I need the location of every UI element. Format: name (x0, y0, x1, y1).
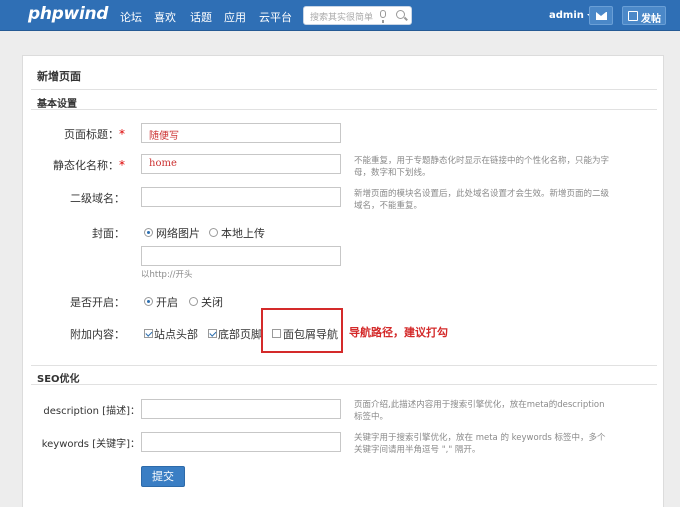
search-input[interactable]: 搜索其实很简单 (303, 6, 412, 25)
annotation-note: 导航路径，建议打勾 (349, 326, 448, 339)
enabled-radio-off[interactable] (189, 297, 198, 306)
divider (31, 365, 657, 366)
static-name-value: home (149, 158, 177, 169)
cover-url-input[interactable] (141, 246, 341, 266)
nav-item-forum[interactable]: 论坛 (120, 9, 142, 25)
nav-item-likes[interactable]: 喜欢 (154, 9, 176, 25)
subdomain-label: 二级域名： (70, 192, 125, 205)
page-title: 新增页面 (37, 70, 81, 83)
post-button[interactable]: 发帖 (622, 6, 666, 25)
page-title-label: 页面标题：* (64, 127, 125, 141)
submit-button[interactable]: 提交 (141, 466, 185, 487)
description-hint: 页面介绍,此描述内容用于搜索引擎优化，放在meta的description标签中… (354, 400, 605, 422)
page-title-input[interactable]: 随便写 (141, 123, 341, 143)
cover-label: 封面： (92, 227, 125, 240)
subdomain-hint: 新增页面的模块名设置后，此处域名设置才会生效。新增页面的二级域名，不能重复。 (354, 189, 610, 211)
subdomain-input[interactable] (141, 187, 341, 207)
cover-url-hint: 以http://开头 (141, 270, 193, 280)
keywords-hint: 关键字用于搜索引擎优化，放在 meta 的 keywords 标签中，多个关键字… (354, 433, 606, 455)
search-placeholder: 搜索其实很简单 (310, 13, 374, 23)
edit-icon (628, 11, 638, 21)
keywords-input[interactable] (141, 432, 341, 452)
cover-radio-local[interactable] (209, 228, 218, 237)
checkbox-site-header[interactable] (144, 329, 153, 338)
cover-option-web: 网络图片 (156, 227, 200, 240)
option-site-header: 站点头部 (154, 328, 198, 341)
option-footer: 底部页脚 (218, 328, 262, 341)
logo[interactable]: phpwind (28, 4, 108, 24)
enabled-radio-on[interactable] (144, 297, 153, 306)
search-icon[interactable] (396, 10, 405, 19)
microphone-icon[interactable] (380, 10, 386, 23)
cover-option-local: 本地上传 (221, 227, 265, 240)
enabled-option-off: 关闭 (201, 296, 223, 309)
username: admin (549, 10, 584, 21)
messages-button[interactable] (589, 6, 613, 25)
nav-item-cloud[interactable]: 云平台 (259, 9, 292, 25)
section-title-basic: 基本设置 (37, 99, 77, 110)
required-mark: * (119, 127, 125, 141)
nav-item-topics[interactable]: 话题 (190, 9, 212, 25)
nav-item-apps[interactable]: 应用 (224, 9, 246, 25)
extra-label: 附加内容： (70, 328, 125, 341)
divider (31, 384, 657, 385)
static-name-label: 静态化名称：* (53, 158, 125, 172)
annotation-highlight-box (261, 308, 343, 353)
required-mark: * (119, 158, 125, 172)
divider (31, 89, 657, 90)
mail-icon (596, 12, 607, 20)
post-button-label: 发帖 (641, 14, 661, 25)
top-navigation-bar: phpwind 论坛 喜欢 话题 应用 云平台 搜索其实很简单 admin 发帖 (0, 0, 680, 31)
checkbox-footer[interactable] (208, 329, 217, 338)
section-title-seo: SEO优化 (37, 374, 80, 385)
static-name-input[interactable]: home (141, 154, 341, 174)
cover-radio-web[interactable] (144, 228, 153, 237)
divider (31, 109, 657, 110)
description-input[interactable] (141, 399, 341, 419)
keywords-label: keywords [关键字]： (41, 439, 140, 450)
user-menu[interactable]: admin (549, 10, 593, 21)
page-title-value: 随便写 (149, 131, 179, 142)
enabled-label: 是否开启： (70, 296, 125, 309)
description-label: description [描述]： (43, 406, 140, 417)
static-name-hint: 不能重复，用于专题静态化时显示在链接中的个性化名称，只能为字母，数字和下划线。 (354, 156, 610, 178)
content-panel: 新增页面 基本设置 页面标题：* 随便写 静态化名称：* home 不能重复，用… (22, 55, 664, 507)
enabled-option-on: 开启 (156, 296, 178, 309)
